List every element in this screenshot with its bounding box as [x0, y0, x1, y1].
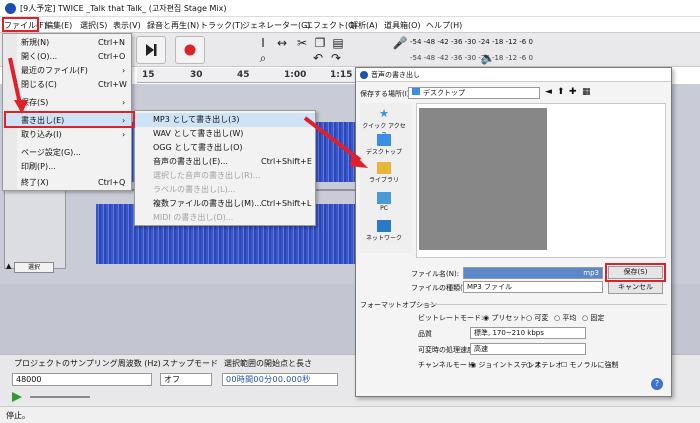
arrowhead-right	[350, 152, 368, 168]
annotation-arrows	[8, 57, 368, 168]
arrow-to-dialog	[303, 116, 362, 162]
arrow-down-to-export	[8, 57, 22, 105]
arrowhead-down	[14, 100, 28, 114]
